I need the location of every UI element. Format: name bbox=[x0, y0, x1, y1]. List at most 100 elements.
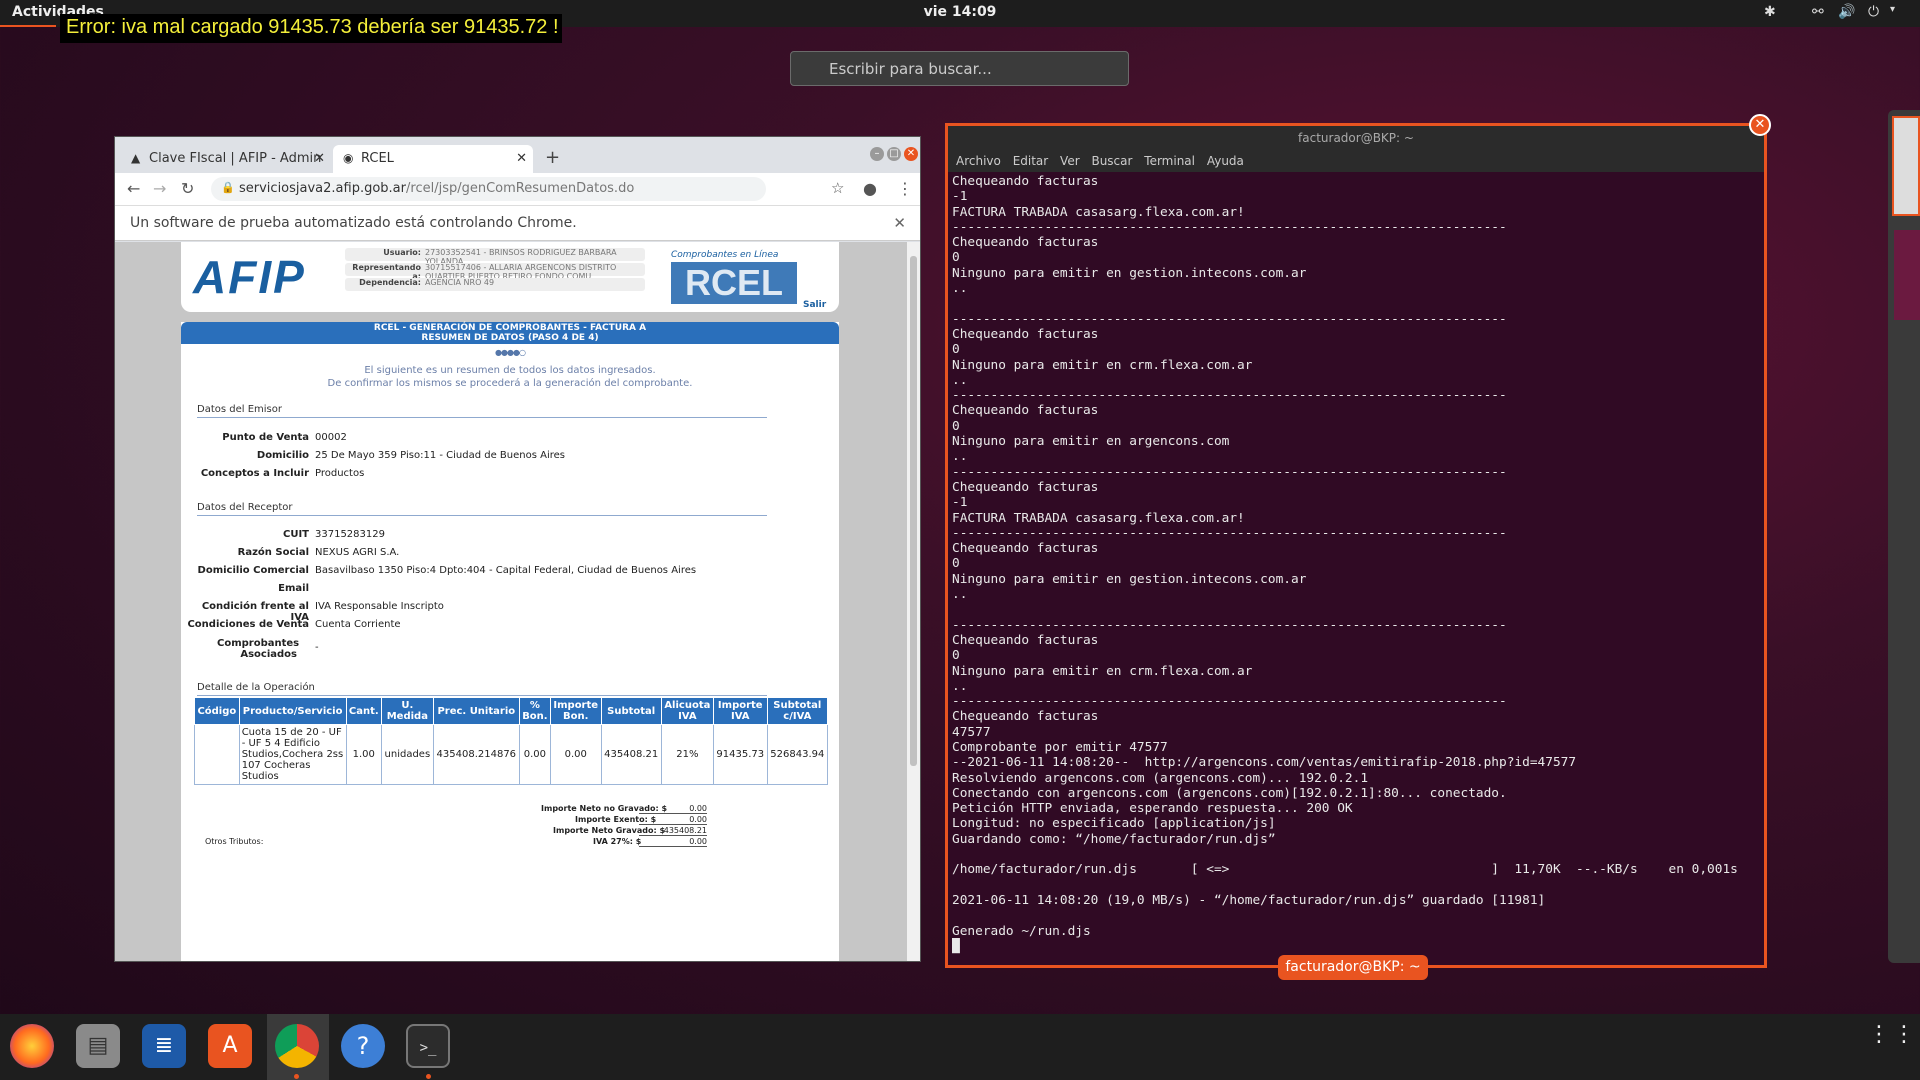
terminal-output[interactable]: Chequeando facturas -1 FACTURA TRABADA cas… bbox=[952, 174, 1764, 966]
terminal-line: 0 bbox=[952, 556, 960, 572]
menu-editar[interactable]: Editar bbox=[1013, 154, 1049, 168]
total-value: 0.00 bbox=[639, 837, 707, 847]
dependency-key: Dependencia: bbox=[359, 278, 421, 287]
terminal-line: .. bbox=[952, 678, 968, 694]
terminal-line: ----------------------------------------… bbox=[952, 388, 1507, 404]
tab-clave-fiscal[interactable]: ▲ Clave FIscal | AFIP - Admin ✕ bbox=[121, 145, 331, 173]
logout-link[interactable]: Salir bbox=[803, 300, 826, 310]
firefox-icon[interactable] bbox=[10, 1024, 54, 1068]
table-header-row: Código Producto/Servicio Cant. U. Medida Pre… bbox=[194, 697, 829, 725]
network-icon[interactable]: ⚯ bbox=[1812, 4, 1824, 20]
close-button[interactable]: ✕ bbox=[904, 147, 918, 161]
menu-buscar[interactable]: Buscar bbox=[1091, 154, 1132, 168]
terminal-line: --2021-06-11 14:08:20-- http://argencons… bbox=[952, 755, 1577, 771]
bookmark-star-icon[interactable]: ☆ bbox=[831, 179, 844, 197]
writer-icon[interactable]: ≣ bbox=[142, 1024, 186, 1068]
error-notification: Error: iva mal cargado 91435.73 debería … bbox=[60, 14, 562, 43]
menu-ver[interactable]: Ver bbox=[1060, 154, 1080, 168]
chrome-icon[interactable] bbox=[275, 1024, 319, 1068]
table-row: Cuota 15 de 20 - UF - UF 5 4 Edificio St… bbox=[194, 724, 829, 785]
dependency-row: Dependencia: AGENCIA NRO 49 bbox=[345, 278, 645, 291]
represented-row: Representando a: 30715517406 - ALLARIA AR… bbox=[345, 263, 645, 281]
column-header: Producto/Servicio bbox=[238, 697, 347, 725]
field-label: Conceptos a Incluir bbox=[200, 468, 309, 479]
terminal-line: 0 bbox=[952, 342, 960, 358]
terminal-line: Generado ~/run.djs bbox=[952, 923, 1091, 939]
menu-ayuda[interactable]: Ayuda bbox=[1207, 154, 1244, 168]
terminal-line: Resolviendo argencons.com (argencons.com… bbox=[952, 770, 1369, 786]
workspace-thumbnail[interactable] bbox=[1892, 116, 1920, 216]
field-value: Productos bbox=[315, 468, 365, 479]
field-value: 33715283129 bbox=[315, 529, 385, 540]
terminal-icon[interactable]: >_ bbox=[406, 1024, 450, 1068]
field-label: Condiciones de Venta bbox=[187, 619, 309, 630]
total-value: 0.00 bbox=[639, 804, 707, 814]
section-detalle: Detalle de la Operación bbox=[197, 682, 767, 696]
field-label: Domicilio bbox=[256, 450, 309, 461]
menu-kebab-icon[interactable]: ⋮ bbox=[897, 179, 913, 198]
field-value: 25 De Mayo 359 Piso:11 - Ciudad de Bueno… bbox=[315, 450, 565, 461]
field-value: Basavilbaso 1350 Piso:4 Dpto:404 - Capit… bbox=[315, 565, 697, 576]
field-value: - bbox=[315, 642, 319, 653]
field-value: Cuenta Corriente bbox=[315, 619, 401, 630]
terminal-line: ----------------------------------------… bbox=[952, 525, 1507, 541]
table-cell: 1.00 bbox=[345, 724, 383, 785]
field-value: 00002 bbox=[315, 432, 347, 443]
terminal-line: FACTURA TRABADA casasarg.flexa.com.ar! bbox=[952, 510, 1245, 526]
workspace-thumbnail[interactable] bbox=[1894, 230, 1920, 320]
menu-archivo[interactable]: Archivo bbox=[956, 154, 1001, 168]
user-info: Usuario: 27303352541 - BRINSOS RODRIGUEZ … bbox=[345, 248, 645, 293]
workspace-switcher[interactable] bbox=[1888, 110, 1920, 963]
minimize-button[interactable]: – bbox=[870, 147, 884, 161]
new-tab-button[interactable]: + bbox=[545, 147, 560, 168]
forward-icon[interactable]: → bbox=[153, 179, 166, 198]
search-input[interactable]: Escribir para buscar... bbox=[790, 51, 1129, 86]
table-cell: 21% bbox=[660, 724, 714, 785]
close-window-icon[interactable]: ✕ bbox=[1749, 114, 1771, 136]
show-applications-icon[interactable]: ⋮⋮⋮ bbox=[1868, 1024, 1920, 1064]
total-value: 435408.21 bbox=[639, 826, 707, 836]
terminal-line: -1 bbox=[952, 189, 968, 205]
files-icon[interactable]: ▤ bbox=[76, 1024, 120, 1068]
address-bar[interactable]: 🔒 serviciosjava2.afip.gob.ar/rcel/jsp/ge… bbox=[211, 177, 766, 201]
field-label: Razón Social bbox=[237, 547, 309, 558]
tab-rcel[interactable]: ◉ RCEL ✕ bbox=[333, 145, 533, 173]
software-icon[interactable]: A bbox=[208, 1024, 252, 1068]
help-icon[interactable]: ? bbox=[341, 1024, 385, 1068]
terminal-line: .. bbox=[952, 372, 968, 388]
terminal-line: -1 bbox=[952, 495, 968, 511]
terminal-line: Chequeando facturas bbox=[952, 326, 1099, 342]
scrollbar-thumb[interactable] bbox=[910, 256, 917, 766]
close-infobar-icon[interactable]: ✕ bbox=[893, 214, 906, 232]
terminal-line: Ninguno para emitir en crm.flexa.com.ar bbox=[952, 357, 1253, 373]
terminal-line: .. bbox=[952, 587, 968, 603]
maximize-button[interactable]: □ bbox=[887, 147, 901, 161]
column-header: % Bon. bbox=[518, 697, 551, 725]
close-tab-icon[interactable]: ✕ bbox=[516, 151, 527, 166]
close-tab-icon[interactable]: ✕ bbox=[314, 151, 325, 166]
power-icon[interactable]: ⏻ bbox=[1868, 4, 1879, 20]
running-indicator bbox=[294, 1074, 299, 1079]
profile-icon[interactable]: ● bbox=[863, 179, 877, 198]
back-icon[interactable]: ← bbox=[127, 179, 140, 198]
globe-icon: ◉ bbox=[343, 151, 354, 165]
menu-terminal[interactable]: Terminal bbox=[1144, 154, 1195, 168]
volume-icon[interactable]: 🔊 bbox=[1838, 4, 1855, 20]
terminal-line: Ninguno para emitir en gestion.intecons.… bbox=[952, 265, 1307, 281]
system-menu-chevron-icon[interactable]: ▾ bbox=[1890, 4, 1895, 15]
form-subtitle: RESUMEN DE DATOS (PASO 4 DE 4) bbox=[421, 333, 599, 343]
page-scrollbar[interactable] bbox=[907, 242, 920, 961]
column-header: Importe IVA bbox=[712, 697, 768, 725]
terminal-line: FACTURA TRABADA casasarg.flexa.com.ar! bbox=[952, 204, 1245, 220]
user-key: Usuario: bbox=[383, 248, 421, 257]
url-path: /rcel/jsp/genComResumenDatos.do bbox=[406, 181, 635, 196]
afip-logo: AFIP bbox=[193, 251, 306, 303]
reload-icon[interactable]: ↻ bbox=[181, 179, 194, 198]
terminal-line: ----------------------------------------… bbox=[952, 219, 1507, 235]
terminal-line: Ninguno para emitir en crm.flexa.com.ar bbox=[952, 663, 1253, 679]
rcel-subtitle: Comprobantes en Línea bbox=[671, 250, 779, 260]
bluetooth-icon[interactable]: ✱ bbox=[1764, 4, 1776, 20]
